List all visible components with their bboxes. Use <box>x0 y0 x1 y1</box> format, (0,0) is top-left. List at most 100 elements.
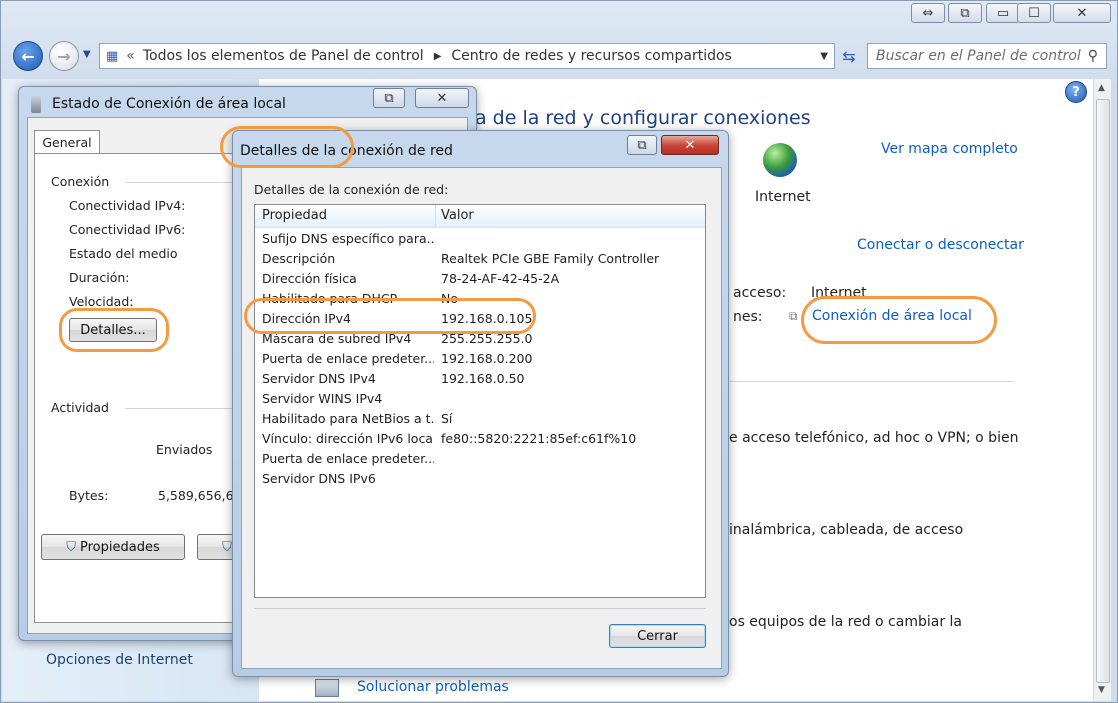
connect-disconnect-link[interactable]: Conectar o desconectar <box>857 237 1024 253</box>
back-arrow-icon: ← <box>21 46 35 66</box>
task-description-3: os equipos de la red o cambiar la <box>729 614 962 630</box>
internet-globe-icon <box>763 143 797 177</box>
close-button[interactable]: ✕ <box>1053 3 1111 23</box>
table-row[interactable]: Descripción Realtek PCIe GBE Family Contr… <box>255 249 705 269</box>
table-row[interactable]: Sufijo DNS específico para... <box>255 229 705 249</box>
search-input[interactable]: Buscar en el Panel de control ⚲ <box>867 43 1107 69</box>
page-heading: a de la red y configurar conexiones <box>475 107 811 129</box>
table-row[interactable]: Dirección física 78-24-AF-42-45-2A <box>255 269 705 289</box>
troubleshoot-icon <box>315 679 339 697</box>
search-placeholder: Buscar en el Panel de control <box>876 48 1081 64</box>
maximize-button[interactable]: ☐ <box>1017 3 1051 23</box>
recent-pages-dropdown-icon[interactable]: ▼ <box>83 49 91 60</box>
column-separator[interactable] <box>435 205 436 227</box>
value-cell: 78-24-AF-42-45-2A <box>441 271 560 286</box>
column-header-property[interactable]: Propiedad <box>262 208 327 223</box>
details-button[interactable]: Detalles... <box>69 318 157 342</box>
view-full-map-link[interactable]: Ver mapa completo <box>881 141 1018 157</box>
connections-label: nes: <box>733 309 763 325</box>
scroll-thumb[interactable] <box>1096 99 1110 683</box>
bytes-sent-value: 5,589,656,60 <box>158 488 242 503</box>
property-cell: Habilitado para NetBios a t... <box>262 411 434 426</box>
property-cell: Puerta de enlace predeter... <box>262 351 434 366</box>
property-cell: Máscara de subred IPv4 <box>262 331 412 346</box>
table-row[interactable]: Habilitado para DHCP No <box>255 289 705 309</box>
scroll-up-icon[interactable]: ▲ <box>1098 83 1105 93</box>
property-cell: Servidor WINS IPv4 <box>262 391 383 406</box>
local-area-connection-link[interactable]: Conexión de área local <box>812 308 972 324</box>
status-dialog-close-button[interactable]: ✕ <box>415 88 469 108</box>
property-cell: Dirección IPv4 <box>262 311 351 326</box>
refresh-icon[interactable]: ⇆ <box>837 43 861 69</box>
property-cell: Servidor DNS IPv4 <box>262 371 376 386</box>
table-row[interactable]: Vínculo: dirección IPv6 local fe80::5820:… <box>255 429 705 449</box>
ipv6-connectivity-label: Conectividad IPv6: <box>69 222 186 237</box>
restore-icon[interactable]: ⧉ <box>948 3 982 23</box>
network-adapter-icon <box>31 95 41 113</box>
property-cell: Puerta de enlace predeter... <box>262 451 434 466</box>
value-cell: No <box>441 291 458 306</box>
value-cell: 255.255.255.0 <box>441 331 533 346</box>
table-row[interactable]: Puerta de enlace predeter... <box>255 449 705 469</box>
property-cell: Dirección física <box>262 271 357 286</box>
scroll-down-icon[interactable]: ▼ <box>1098 685 1105 695</box>
help-icon[interactable]: ? <box>1065 81 1087 103</box>
minimize-button[interactable]: ▭ <box>986 3 1020 23</box>
duration-label: Duración: <box>69 270 130 285</box>
breadcrumb-chevron-icon[interactable]: ▶ <box>434 51 442 62</box>
search-icon[interactable]: ⚲ <box>1088 48 1098 64</box>
property-cell: Vínculo: dirección IPv6 local <box>262 431 434 446</box>
table-row[interactable]: Máscara de subred IPv4 255.255.255.0 <box>255 329 705 349</box>
back-button[interactable]: ← <box>13 41 43 71</box>
value-cell: fe80::5820:2221:85ef:c61f%10 <box>441 431 637 446</box>
table-row[interactable]: Habilitado para NetBios a t... Sí <box>255 409 705 429</box>
details-caption: Detalles de la conexión de red: <box>254 182 449 197</box>
table-row[interactable]: Puerta de enlace predeter... 192.168.0.20… <box>255 349 705 369</box>
vertical-scrollbar[interactable]: ▲ ▼ <box>1093 79 1111 701</box>
table-row[interactable]: Servidor WINS IPv4 <box>255 389 705 409</box>
breadcrumb-item-network-center[interactable]: Centro de redes y recursos compartidos <box>451 48 731 64</box>
property-cell: Servidor DNS IPv6 <box>262 471 376 486</box>
snap-icon[interactable]: ⇔ <box>911 3 945 23</box>
section-divider <box>729 381 1013 382</box>
value-cell: 192.168.0.105 <box>441 311 533 326</box>
internet-label: Internet <box>755 189 811 205</box>
properties-button[interactable]: ⛉ Propiedades <box>41 534 185 560</box>
sent-label: Enviados <box>156 442 213 457</box>
ethernet-icon: ⧉ <box>789 309 798 323</box>
list-header: Propiedad Valor <box>255 205 705 228</box>
forward-button[interactable]: → <box>49 41 79 71</box>
value-cell: 192.168.0.200 <box>441 351 533 366</box>
address-bar[interactable]: ▦ « Todos los elementos de Panel de cont… <box>99 43 835 69</box>
table-row[interactable]: Servidor DNS IPv6 <box>255 469 705 489</box>
dialog-divider <box>254 608 706 609</box>
task-description-2: inalámbrica, cableada, de acceso <box>729 522 964 538</box>
control-panel-icon: ▦ <box>106 48 119 64</box>
breadcrumb-root-chevron-icon[interactable]: « <box>126 48 135 64</box>
column-header-value[interactable]: Valor <box>441 208 474 223</box>
access-type-label: acceso: <box>733 285 787 301</box>
details-list[interactable]: Propiedad Valor Sufijo DNS específico pa… <box>254 204 706 598</box>
value-cell: 192.168.0.50 <box>441 371 525 386</box>
details-dialog-title: Detalles de la conexión de red <box>240 143 453 159</box>
breadcrumb-item-all-items[interactable]: Todos los elementos de Panel de control <box>143 48 424 64</box>
address-dropdown-icon[interactable]: ▼ <box>820 51 828 62</box>
details-dialog-close-button[interactable]: ✕ <box>661 135 719 155</box>
properties-button-label: Propiedades <box>80 539 160 555</box>
access-type-value: Internet <box>811 285 867 301</box>
property-cell: Sufijo DNS específico para... <box>262 231 434 246</box>
property-cell: Habilitado para DHCP <box>262 291 398 306</box>
troubleshoot-link[interactable]: Solucionar problemas <box>357 679 509 695</box>
close-dialog-button[interactable]: Cerrar <box>609 624 706 648</box>
table-row[interactable]: Servidor DNS IPv4 192.168.0.50 <box>255 369 705 389</box>
details-dialog-restore-icon[interactable]: ⧉ <box>627 135 657 155</box>
bytes-label: Bytes: <box>69 488 109 503</box>
internet-options-link[interactable]: Opciones de Internet <box>46 652 193 668</box>
tab-general[interactable]: General <box>34 130 100 154</box>
value-cell: Realtek PCIe GBE Family Controller <box>441 251 660 266</box>
connection-group-label: Conexión <box>51 174 110 189</box>
media-state-label: Estado del medio <box>69 246 178 261</box>
value-cell: Sí <box>441 411 453 426</box>
table-row[interactable]: Dirección IPv4 192.168.0.105 <box>255 309 705 329</box>
status-dialog-restore-icon[interactable]: ⧉ <box>373 88 405 108</box>
